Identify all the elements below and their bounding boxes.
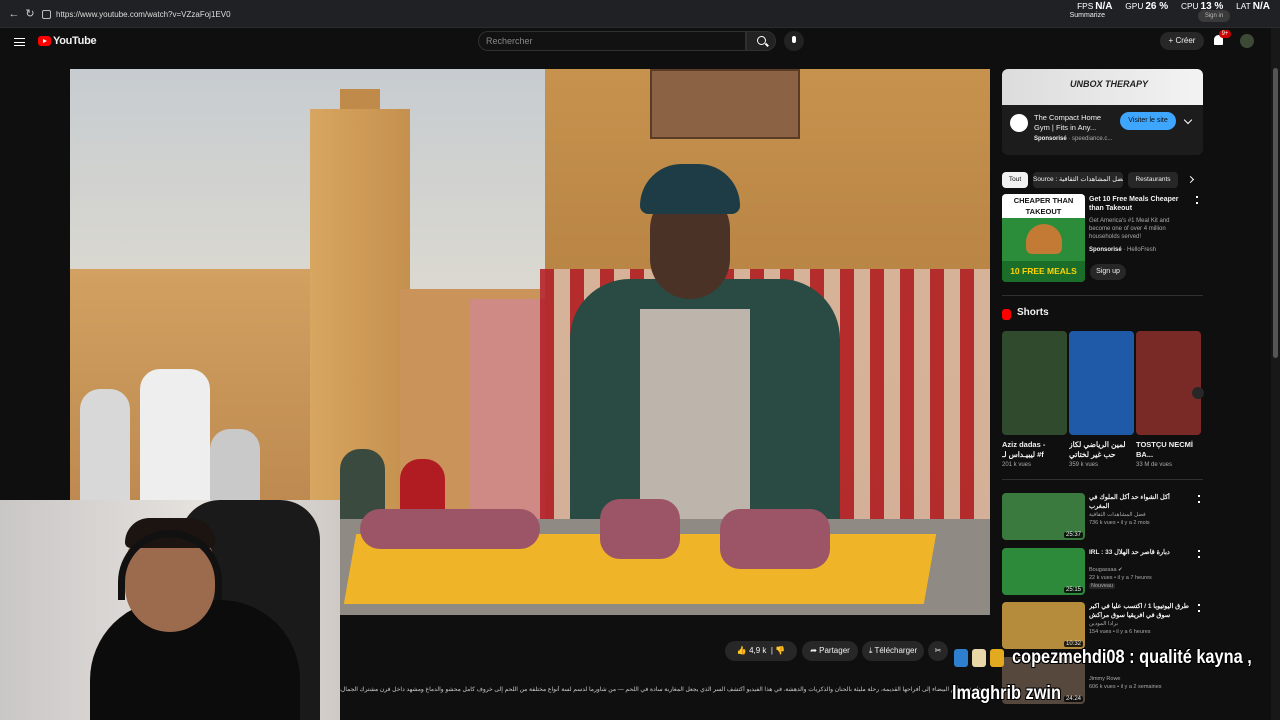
- ad-sponsor-line: Sponsorisé · speediance.c...: [1034, 136, 1113, 142]
- streamer-webcam: [0, 500, 340, 720]
- notifications-badge: 9+: [1219, 30, 1231, 38]
- more-options-icon[interactable]: [1198, 550, 1200, 558]
- chevron-down-icon[interactable]: [1183, 115, 1193, 125]
- shorts-next-button[interactable]: [1192, 387, 1204, 399]
- new-badge: Nouveau: [1089, 583, 1116, 589]
- divider: [1002, 479, 1203, 480]
- video-thumbnail[interactable]: 10:32: [1002, 602, 1085, 649]
- short-thumbnail[interactable]: [1136, 331, 1201, 435]
- ad2-description: Get America's #1 Meal Kit and become one…: [1089, 218, 1170, 240]
- ad-title[interactable]: The Compact Home Gym | Fits in Any...: [1034, 113, 1116, 133]
- performance-overlay: FPS N/A GPU 26 % CPU 13 % LAT N/A: [1077, 1, 1270, 12]
- chip-restaurants[interactable]: Restaurants: [1128, 172, 1178, 188]
- video-list-item[interactable]: 25:15 IRL : 33 دبارة قاصر حد الهلال Boug…: [1002, 548, 1203, 600]
- ad2-sponsor-line: Sponsorisé · HelloFresh: [1089, 247, 1157, 253]
- gpu-value: 26 %: [1145, 1, 1169, 12]
- browser-toolbar: ← ↻ https://www.youtube.com/watch?v=VZza…: [0, 0, 1280, 28]
- dislike-icon[interactable]: 👎: [775, 646, 785, 655]
- divider: [1002, 295, 1203, 296]
- download-button[interactable]: ⤓ Télécharger: [862, 641, 924, 661]
- reload-icon[interactable]: ↻: [24, 8, 36, 20]
- chat-username: copezmehdi08: [1012, 647, 1125, 668]
- address-bar[interactable]: https://www.youtube.com/watch?v=VZzaFoj1…: [40, 6, 1040, 24]
- account-avatar[interactable]: [1240, 34, 1254, 48]
- burger-image: [1026, 224, 1062, 254]
- video-thumbnail[interactable]: 25:15: [1002, 548, 1085, 595]
- lat-value: N/A: [1252, 1, 1270, 12]
- ad2-title[interactable]: Get 10 Free Meals Cheaper than Takeout: [1089, 195, 1193, 213]
- filter-chips: Tout Source : فضل المشاهدات الثقافية Res…: [1002, 172, 1203, 188]
- verified-badge-icon: [954, 649, 968, 667]
- more-options-icon[interactable]: [1198, 604, 1200, 612]
- search-button[interactable]: [746, 31, 776, 51]
- site-info-icon[interactable]: [42, 10, 51, 19]
- short-item[interactable]: Aziz dadas - ليبيـداس لـ #f 201 k vues: [1002, 331, 1067, 468]
- summarize-button[interactable]: Summarize: [1070, 12, 1105, 19]
- video-list-item[interactable]: 25:37 أكل الشواء حد أكل الملوك في المغرب…: [1002, 493, 1203, 545]
- more-options-icon[interactable]: [1196, 196, 1198, 204]
- short-item[interactable]: TOSTÇU NECMİ BA... 33 M de vues: [1136, 331, 1201, 468]
- ad-card[interactable]: UNBOX THERAPY The Compact Home Gym | Fit…: [1002, 69, 1203, 155]
- video-actions: 👍 4,9 k | 👎 ➦ Partager ⤓ Télécharger ✂: [340, 641, 990, 661]
- menu-icon[interactable]: [14, 38, 25, 46]
- emote-icon: [972, 649, 986, 667]
- voice-search-button[interactable]: [784, 31, 804, 51]
- sign-up-button[interactable]: Sign up: [1090, 264, 1126, 280]
- like-icon[interactable]: 👍: [737, 646, 747, 655]
- scrollbar-thumb[interactable]: [1273, 68, 1278, 358]
- url-text: https://www.youtube.com/watch?v=VZzaFoj1…: [56, 10, 231, 19]
- fps-value: N/A: [1095, 1, 1113, 12]
- short-thumbnail[interactable]: [1069, 331, 1134, 435]
- ad2-thumbnail[interactable]: CHEAPER THAN TAKEOUT 10 FREE MEALS: [1002, 194, 1085, 282]
- page-scrollbar[interactable]: [1271, 28, 1280, 720]
- chat-message-continued: lmaghrib zwin: [952, 683, 1061, 704]
- chevron-right-icon[interactable]: [1186, 175, 1195, 184]
- search-icon: [757, 36, 766, 45]
- back-icon[interactable]: ←: [8, 8, 20, 20]
- video-thumbnail[interactable]: 25:37: [1002, 493, 1085, 540]
- create-button[interactable]: + Créer: [1160, 32, 1204, 50]
- search-input[interactable]: Rechercher: [478, 31, 746, 51]
- subscriber-badge-icon: [990, 649, 1004, 667]
- chip-all[interactable]: Tout: [1002, 172, 1028, 188]
- video-description[interactable]: ...رحلة في عالم البيضاء إلى أفراحها القد…: [340, 686, 990, 698]
- chip-source[interactable]: Source : فضل المشاهدات الثقافية: [1033, 172, 1123, 188]
- short-item[interactable]: لمين الرياضي لكاز حب غير لختاتي 359 k vu…: [1069, 331, 1134, 468]
- clip-button[interactable]: ✂: [928, 641, 948, 661]
- recommendations-sidebar: UNBOX THERAPY The Compact Home Gym | Fit…: [1002, 69, 1204, 720]
- sign-in-button[interactable]: Sign in: [1198, 10, 1230, 22]
- visit-site-button[interactable]: Visiter le site: [1120, 112, 1176, 130]
- advertiser-logo: [1010, 114, 1028, 132]
- ad-banner: UNBOX THERAPY: [1002, 69, 1203, 105]
- more-options-icon[interactable]: [1198, 495, 1200, 503]
- like-dislike-group[interactable]: 👍 4,9 k | 👎: [725, 641, 797, 661]
- shorts-icon: [1002, 309, 1011, 320]
- like-count: 4,9 k: [749, 646, 767, 655]
- youtube-play-icon: [38, 36, 51, 46]
- share-button[interactable]: ➦ Partager: [802, 641, 858, 661]
- short-thumbnail[interactable]: [1002, 331, 1067, 435]
- chat-message: copezmehdi08 : qualité kayna ,: [1012, 647, 1252, 668]
- stream-chat-overlay: copezmehdi08 : qualité kayna , lmaghrib …: [950, 645, 1280, 720]
